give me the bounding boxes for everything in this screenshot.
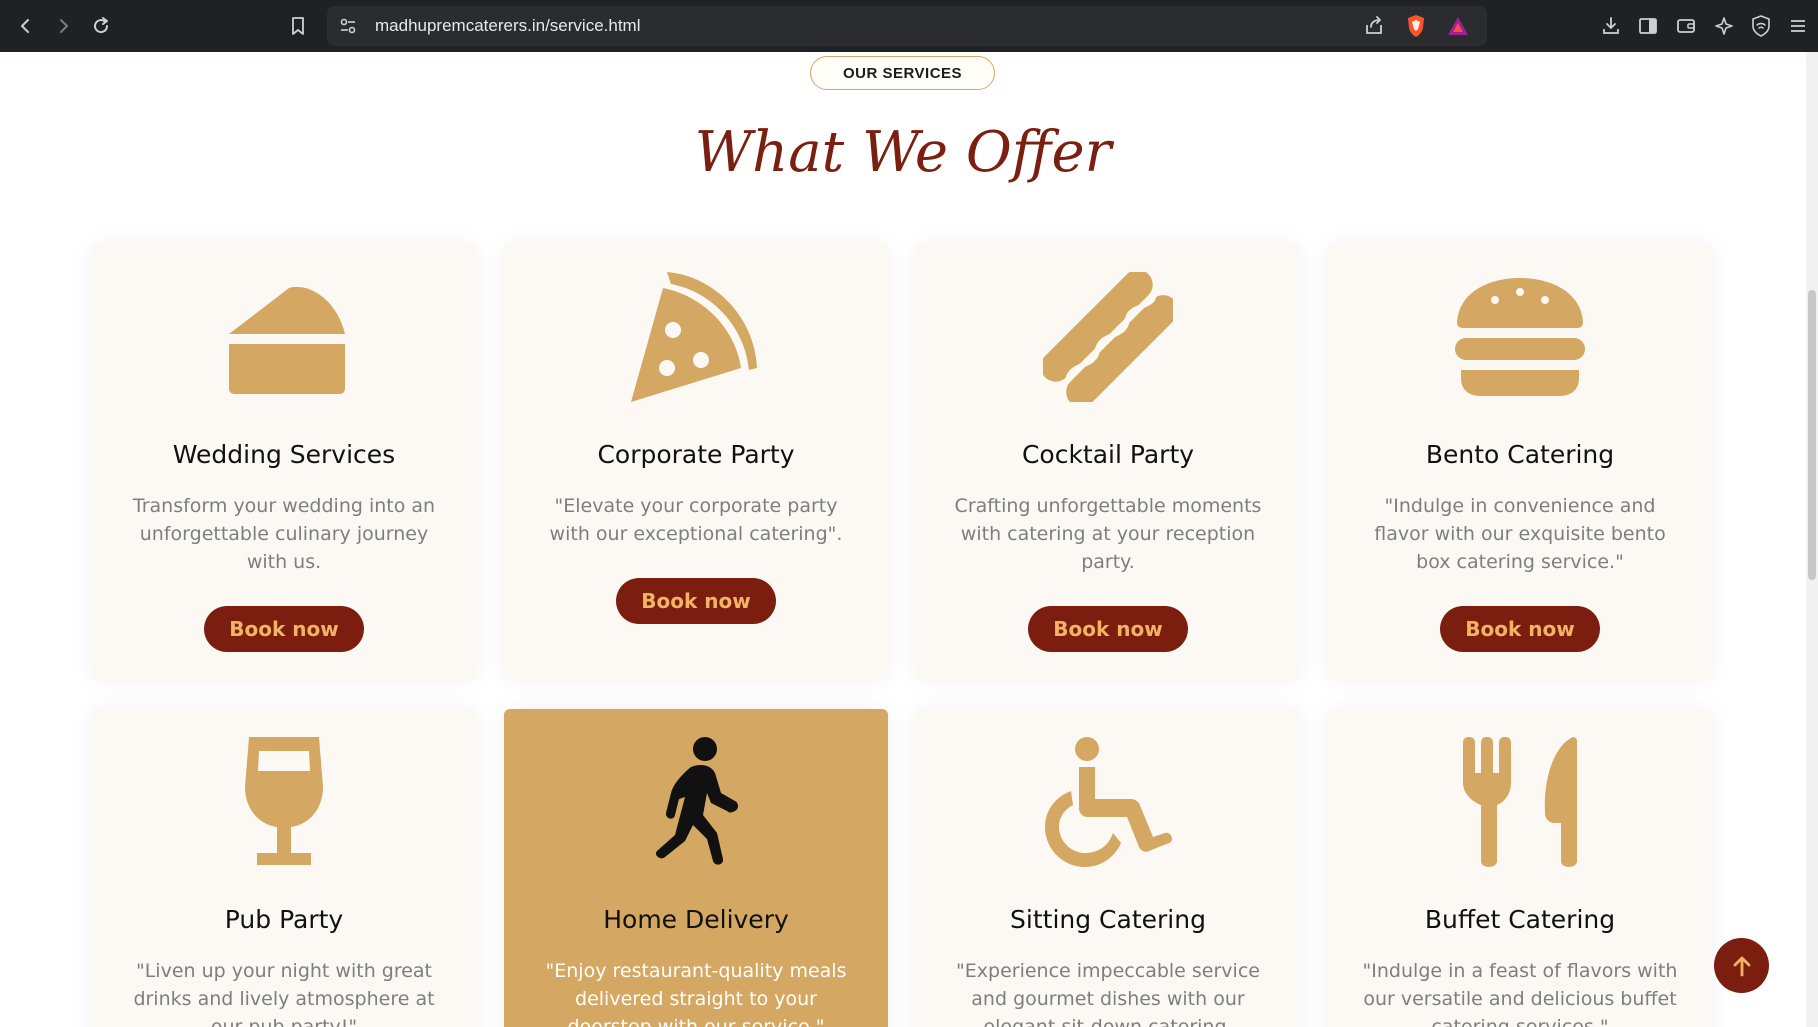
service-card-pub: Pub Party "Liven up your night with grea… <box>92 709 476 1027</box>
bookmark-icon[interactable] <box>284 12 312 40</box>
menu-icon[interactable] <box>1784 12 1812 40</box>
service-card-bento: Bento Catering "Indulge in convenience a… <box>1328 244 1712 680</box>
card-description: "Elevate your corporate party with our e… <box>549 495 843 545</box>
card-title: Home Delivery <box>603 905 789 934</box>
card-description: Crafting unforgettable moments with cate… <box>954 495 1262 573</box>
url-text: madhupremcaterers.in/service.html <box>375 16 641 35</box>
wheelchair-icon <box>1043 737 1173 867</box>
wine-glass-icon <box>219 737 349 867</box>
card-title: Sitting Catering <box>1010 905 1206 934</box>
reload-icon[interactable] <box>87 12 115 40</box>
download-icon[interactable] <box>1597 12 1625 40</box>
section-heading: What We Offer <box>694 120 1112 185</box>
services-section: OUR SERVICES What We Offer Wedding Servi… <box>0 52 1806 1027</box>
card-title: Corporate Party <box>597 440 795 469</box>
book-now-button[interactable]: Book now <box>1440 606 1600 652</box>
vpn-icon[interactable] <box>1747 12 1775 40</box>
card-title: Wedding Services <box>172 440 396 469</box>
back-to-top-button[interactable] <box>1714 938 1769 993</box>
service-card-home-delivery: Home Delivery "Enjoy restaurant-quality … <box>504 709 888 1027</box>
browser-toolbar: madhupremcaterers.in/service.html <box>0 0 1818 52</box>
card-title: Pub Party <box>224 905 344 934</box>
service-card-buffet: Buffet Catering "Indulge in a feast of f… <box>1328 709 1712 1027</box>
section-badge: OUR SERVICES <box>810 56 995 90</box>
cake-icon <box>219 272 349 402</box>
card-description: "Indulge in a feast of flavors with our … <box>1362 960 1678 1027</box>
brave-shield-icon[interactable] <box>1405 14 1427 38</box>
card-title: Cocktail Party <box>1021 440 1195 469</box>
leo-ai-icon[interactable] <box>1710 12 1738 40</box>
forward-icon[interactable] <box>49 12 77 40</box>
card-title: Bento Catering <box>1425 440 1615 469</box>
card-description: "Indulge in convenience and flavor with … <box>1374 495 1666 573</box>
pizza-slice-icon <box>631 272 761 402</box>
address-bar[interactable]: madhupremcaterers.in/service.html <box>327 6 1487 46</box>
fork-knife-icon <box>1455 737 1585 867</box>
card-title: Buffet Catering <box>1424 905 1616 934</box>
brave-rewards-icon[interactable] <box>1447 15 1469 37</box>
book-now-button[interactable]: Book now <box>1028 606 1188 652</box>
service-card-cocktail: Cocktail Party Crafting unforgettable mo… <box>916 244 1300 680</box>
scrollbar-thumb[interactable] <box>1808 290 1816 580</box>
site-settings-icon[interactable] <box>339 17 357 35</box>
hotdog-icon <box>1040 269 1179 408</box>
service-card-sitting: Sitting Catering "Experience impeccable … <box>916 709 1300 1027</box>
wallet-icon[interactable] <box>1672 12 1700 40</box>
book-now-button[interactable]: Book now <box>616 578 776 624</box>
book-now-button[interactable]: Book now <box>204 606 364 652</box>
back-icon[interactable] <box>12 12 40 40</box>
service-card-wedding: Wedding Services Transform your wedding … <box>92 244 476 680</box>
share-icon[interactable] <box>1363 15 1385 37</box>
card-description: "Liven up your night with great drinks a… <box>133 960 435 1027</box>
burger-icon <box>1455 272 1585 402</box>
sidebar-icon[interactable] <box>1634 12 1662 40</box>
person-walking-icon <box>631 737 761 867</box>
service-card-corporate: Corporate Party "Elevate your corporate … <box>504 244 888 680</box>
card-description: Transform your wedding into an unforgett… <box>132 495 436 573</box>
card-description: "Experience impeccable service and gourm… <box>956 960 1260 1027</box>
card-description: "Enjoy restaurant-quality meals delivere… <box>545 960 847 1027</box>
arrow-up-icon <box>1732 955 1752 977</box>
